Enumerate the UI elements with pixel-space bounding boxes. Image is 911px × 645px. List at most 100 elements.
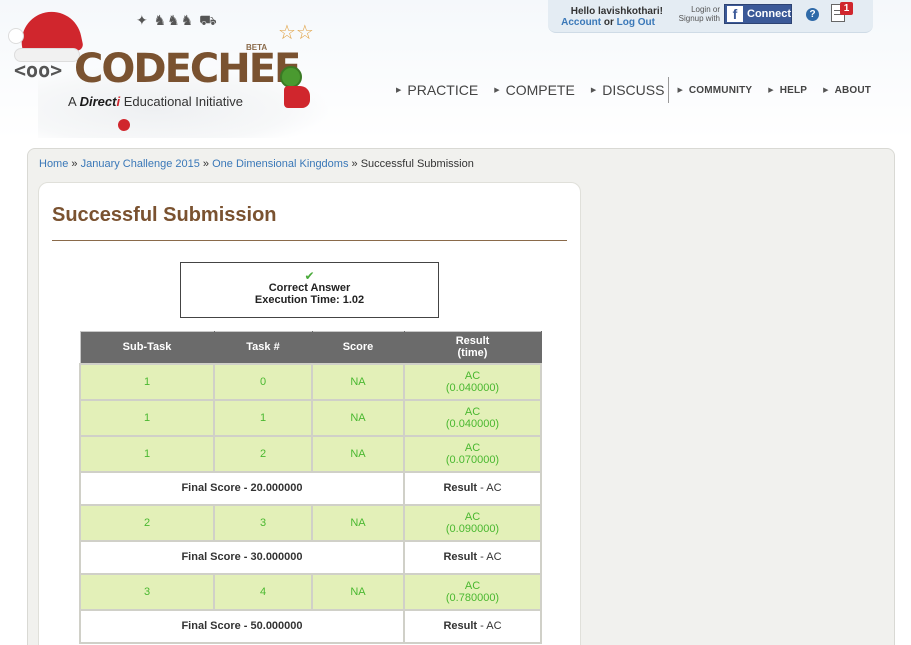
cell-result-verdict: AC xyxy=(464,405,481,418)
cell-score: NA xyxy=(311,362,405,401)
nav-arrow-icon: ▶ xyxy=(494,87,500,94)
page-title: Successful Submission xyxy=(52,204,277,226)
cell-task: 4 xyxy=(213,572,313,611)
sleigh-decoration-icon: ✦ ♞♞♞ ⛟ xyxy=(136,12,218,28)
cell-result-verdict: AC xyxy=(464,369,481,382)
final-score-text: Final Score - 30.000000 xyxy=(181,551,303,563)
breadcrumb-separator: » xyxy=(351,158,358,170)
logout-link[interactable]: Log Out xyxy=(617,17,655,28)
cell-result-time: (0.780000) xyxy=(445,591,500,604)
login-hint-text: Login or Signup with xyxy=(678,5,720,23)
site-header: ✦ ♞♞♞ ⛟ ☆☆ <oo> CODECHEF BETA A Directi … xyxy=(0,0,911,140)
cell-result-verdict: AC xyxy=(464,579,481,592)
breadcrumb-separator: » xyxy=(202,158,210,170)
nav-practice[interactable]: ▶ PRACTICE xyxy=(396,82,478,98)
codechef-logo[interactable]: ✦ ♞♞♞ ⛟ ☆☆ <oo> CODECHEF BETA A Directi … xyxy=(8,6,328,138)
cell-result-verdict: AC xyxy=(464,510,481,523)
nav-compete[interactable]: ▶ COMPETE xyxy=(494,82,575,98)
breadcrumb-current: Successful Submission xyxy=(360,158,474,170)
account-links: Account or Log Out xyxy=(558,17,655,28)
cell-result-verdict: AC xyxy=(464,441,481,454)
user-bar: Hello lavishkothari! Account or Log Out … xyxy=(548,0,873,33)
breadcrumb-contest[interactable]: January Challenge 2015 xyxy=(81,158,200,170)
final-result-label: Result xyxy=(443,551,478,563)
cell-score: NA xyxy=(311,398,405,437)
nav-compete-label: COMPETE xyxy=(505,82,575,98)
subtask-results-table: Sub-Task Task # Score Result (time) 1 0 NA… xyxy=(79,331,542,644)
breadcrumb-problem[interactable]: One Dimensional Kingdoms xyxy=(212,158,348,170)
breadcrumb-home[interactable]: Home xyxy=(39,158,68,170)
logo-chef-face-icon: <oo> xyxy=(14,58,63,82)
cell-task: 0 xyxy=(213,362,313,401)
nav-community[interactable]: ▶ COMMUNITY xyxy=(677,85,752,96)
nav-arrow-icon: ▶ xyxy=(590,87,597,94)
nav-divider xyxy=(668,77,670,103)
table-header-row: Sub-Task Task # Score Result (time) xyxy=(80,331,542,364)
checkmark-icon: ✔ xyxy=(304,269,315,283)
title-divider xyxy=(52,240,567,241)
cell-subtask: 1 xyxy=(79,398,215,437)
cell-result-time: (0.040000) xyxy=(445,417,500,430)
final-score-text: Final Score - 20.000000 xyxy=(181,482,303,494)
cell-subtask: 1 xyxy=(79,362,215,401)
table-body: 1 0 NA AC (0.040000) 1 1 NA AC (0.040000) 1 2 NA AC (0… xyxy=(79,362,542,644)
tagline-a: A xyxy=(68,94,76,109)
cell-task: 3 xyxy=(213,503,313,542)
nav-community-label: COMMUNITY xyxy=(688,84,753,96)
final-result-cell: Result - AC xyxy=(403,470,542,506)
cell-result-time: (0.070000) xyxy=(445,453,500,466)
nav-about[interactable]: ▶ ABOUT xyxy=(823,85,871,96)
execution-time-value: 1.02 xyxy=(342,294,365,306)
cell-subtask: 3 xyxy=(79,572,215,611)
tagline-brand-i: i xyxy=(116,94,121,109)
cell-result-time: (0.040000) xyxy=(445,381,500,394)
final-result-value: - AC xyxy=(480,551,502,563)
nav-discuss-label: DISCUSS xyxy=(602,82,665,98)
cell-score: NA xyxy=(311,434,405,473)
facebook-connect-button[interactable]: f Connect xyxy=(724,4,792,24)
submission-card: Successful Submission ✔ Correct Answer E… xyxy=(38,182,581,645)
verdict-status: Correct Answer xyxy=(268,282,351,294)
santa-boot-icon xyxy=(284,86,310,108)
ornament-green-icon xyxy=(280,66,302,88)
final-result-value: - AC xyxy=(480,482,502,494)
nav-arrow-icon: ▶ xyxy=(823,87,829,94)
nav-help[interactable]: ▶ HELP xyxy=(768,85,807,96)
col-subtask: Sub-Task xyxy=(80,331,215,364)
help-question-icon[interactable]: ? xyxy=(806,8,819,21)
account-link[interactable]: Account xyxy=(561,17,601,28)
cell-result: AC (0.040000) xyxy=(403,398,542,437)
final-score-row: Final Score - 30.000000 Result - AC xyxy=(79,539,542,575)
final-result-cell: Result - AC xyxy=(403,608,542,644)
col-result-time-label: (time) xyxy=(457,347,488,360)
table-row: 3 4 NA AC (0.780000) xyxy=(79,572,542,611)
table-row: 1 0 NA AC (0.040000) xyxy=(79,362,542,401)
nav-arrow-icon: ▶ xyxy=(768,87,774,94)
nav-practice-label: PRACTICE xyxy=(407,82,479,98)
nav-arrow-icon: ▶ xyxy=(396,87,402,94)
facebook-connect-label: Connect xyxy=(747,8,791,20)
final-score-row: Final Score - 50.000000 Result - AC xyxy=(79,608,542,644)
cell-subtask: 2 xyxy=(79,503,215,542)
content-container: Home » January Challenge 2015 » One Dime… xyxy=(27,148,895,645)
tagline-brand: Directi xyxy=(80,94,120,109)
main-navigation: ▶ PRACTICE ▶ COMPETE ▶ DISCUSS ▶ COMMUNI… xyxy=(396,77,887,103)
ornament-red-icon xyxy=(118,119,130,131)
account-or-text: or xyxy=(603,17,614,28)
final-score-text: Final Score - 50.000000 xyxy=(181,620,303,632)
cell-result: AC (0.070000) xyxy=(403,434,542,473)
stars-decoration-icon: ☆☆ xyxy=(278,22,314,44)
cell-task: 1 xyxy=(213,398,313,437)
final-result-label: Result xyxy=(443,482,478,494)
cell-subtask: 1 xyxy=(79,434,215,473)
final-result-cell: Result - AC xyxy=(403,539,542,575)
logo-tagline: A Directi Educational Initiative xyxy=(68,94,243,109)
nav-discuss[interactable]: ▶ DISCUSS xyxy=(591,82,665,98)
facebook-icon: f xyxy=(727,6,743,22)
col-task-number: Task # xyxy=(214,331,313,364)
final-score-row: Final Score - 20.000000 Result - AC xyxy=(79,470,542,506)
notification-count-badge[interactable]: 1 xyxy=(840,2,853,15)
final-score-cell: Final Score - 30.000000 xyxy=(79,539,405,575)
nav-about-label: ABOUT xyxy=(834,84,872,96)
tagline-brand-text: Direct xyxy=(79,94,117,109)
